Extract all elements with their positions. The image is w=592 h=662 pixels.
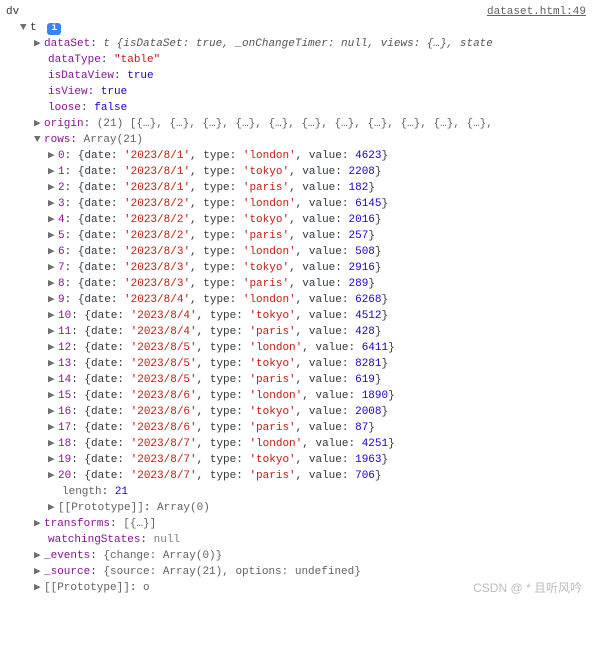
chevron-right-icon[interactable]: ▶ — [48, 276, 58, 292]
chevron-right-icon[interactable]: ▶ — [48, 468, 58, 484]
prop-source[interactable]: _source — [44, 566, 90, 578]
chevron-right-icon[interactable]: ▶ — [48, 404, 58, 420]
prop-dataType: dataType: "table" — [6, 52, 586, 68]
obj-prototype[interactable]: [[Prototype]] — [44, 582, 130, 594]
array-item[interactable]: ▶5: {date: '2023/8/2', type: 'paris', va… — [6, 228, 586, 244]
prop-dataset[interactable]: dataSet — [44, 38, 90, 50]
array-item[interactable]: ▶7: {date: '2023/8/3', type: 'tokyo', va… — [6, 260, 586, 276]
prop-rows[interactable]: rows — [44, 134, 70, 146]
chevron-right-icon[interactable]: ▶ — [34, 516, 44, 532]
chevron-right-icon[interactable]: ▶ — [48, 196, 58, 212]
source-link[interactable]: dataset.html:49 — [487, 4, 586, 20]
array-item[interactable]: ▶10: {date: '2023/8/4', type: 'tokyo', v… — [6, 308, 586, 324]
chevron-down-icon[interactable]: ▼ — [20, 20, 30, 36]
chevron-right-icon[interactable]: ▶ — [48, 420, 58, 436]
rows-label: Array(21) — [84, 134, 143, 146]
prop-isDataView: isDataView: true — [6, 68, 586, 84]
array-item[interactable]: ▶0: {date: '2023/8/1', type: 'london', v… — [6, 148, 586, 164]
chevron-right-icon[interactable]: ▶ — [48, 244, 58, 260]
chevron-right-icon[interactable]: ▶ — [48, 340, 58, 356]
array-item[interactable]: ▶4: {date: '2023/8/2', type: 'tokyo', va… — [6, 212, 586, 228]
chevron-right-icon[interactable]: ▶ — [48, 452, 58, 468]
array-item[interactable]: ▶20: {date: '2023/8/7', type: 'paris', v… — [6, 468, 586, 484]
prop-transforms[interactable]: transforms — [44, 518, 110, 530]
prop-watchingStates: watchingStates: null — [6, 532, 586, 548]
array-item[interactable]: ▶19: {date: '2023/8/7', type: 'tokyo', v… — [6, 452, 586, 468]
chevron-right-icon[interactable]: ▶ — [34, 548, 44, 564]
prop-origin[interactable]: origin — [44, 118, 84, 130]
chevron-right-icon[interactable]: ▶ — [48, 148, 58, 164]
array-item[interactable]: ▶9: {date: '2023/8/4', type: 'london', v… — [6, 292, 586, 308]
chevron-right-icon[interactable]: ▶ — [48, 388, 58, 404]
array-item[interactable]: ▶3: {date: '2023/8/2', type: 'london', v… — [6, 196, 586, 212]
array-item[interactable]: ▶18: {date: '2023/8/7', type: 'london', … — [6, 436, 586, 452]
prop-events[interactable]: _events — [44, 550, 90, 562]
array-item[interactable]: ▶16: {date: '2023/8/6', type: 'tokyo', v… — [6, 404, 586, 420]
rows-length: length: 21 — [6, 484, 586, 500]
chevron-right-icon[interactable]: ▶ — [34, 116, 44, 132]
prop-isView: isView: true — [6, 84, 586, 100]
chevron-right-icon[interactable]: ▶ — [48, 212, 58, 228]
chevron-down-icon[interactable]: ▼ — [34, 132, 44, 148]
array-item[interactable]: ▶13: {date: '2023/8/5', type: 'tokyo', v… — [6, 356, 586, 372]
dataset-summary: t {isDataSet: true, _onChangeTimer: null… — [103, 38, 492, 50]
array-item[interactable]: ▶2: {date: '2023/8/1', type: 'paris', va… — [6, 180, 586, 196]
chevron-right-icon[interactable]: ▶ — [48, 180, 58, 196]
array-item[interactable]: ▶8: {date: '2023/8/3', type: 'paris', va… — [6, 276, 586, 292]
origin-summary: (21) [{…}, {…}, {…}, {…}, {…}, {…}, {…},… — [97, 118, 493, 130]
array-item[interactable]: ▶15: {date: '2023/8/6', type: 'london', … — [6, 388, 586, 404]
array-item[interactable]: ▶6: {date: '2023/8/3', type: 'london', v… — [6, 244, 586, 260]
root-var: dv — [6, 4, 19, 20]
chevron-right-icon[interactable]: ▶ — [34, 36, 44, 52]
chevron-right-icon[interactable]: ▶ — [48, 292, 58, 308]
chevron-right-icon[interactable]: ▶ — [48, 436, 58, 452]
array-item[interactable]: ▶11: {date: '2023/8/4', type: 'paris', v… — [6, 324, 586, 340]
array-item[interactable]: ▶14: {date: '2023/8/5', type: 'paris', v… — [6, 372, 586, 388]
chevron-right-icon[interactable]: ▶ — [48, 228, 58, 244]
array-item[interactable]: ▶12: {date: '2023/8/5', type: 'london', … — [6, 340, 586, 356]
rows-prototype[interactable]: [[Prototype]] — [58, 502, 144, 514]
chevron-right-icon[interactable]: ▶ — [48, 308, 58, 324]
chevron-right-icon[interactable]: ▶ — [34, 564, 44, 580]
chevron-right-icon[interactable]: ▶ — [48, 500, 58, 516]
chevron-right-icon[interactable]: ▶ — [48, 164, 58, 180]
chevron-right-icon[interactable]: ▶ — [48, 372, 58, 388]
array-item[interactable]: ▶1: {date: '2023/8/1', type: 'tokyo', va… — [6, 164, 586, 180]
chevron-right-icon[interactable]: ▶ — [48, 324, 58, 340]
info-badge[interactable]: i — [47, 23, 61, 35]
chevron-right-icon[interactable]: ▶ — [48, 260, 58, 276]
prop-loose: loose: false — [6, 100, 586, 116]
chevron-right-icon[interactable]: ▶ — [48, 356, 58, 372]
array-item[interactable]: ▶17: {date: '2023/8/6', type: 'paris', v… — [6, 420, 586, 436]
chevron-right-icon[interactable]: ▶ — [34, 580, 44, 596]
obj-label[interactable]: t — [30, 22, 37, 34]
